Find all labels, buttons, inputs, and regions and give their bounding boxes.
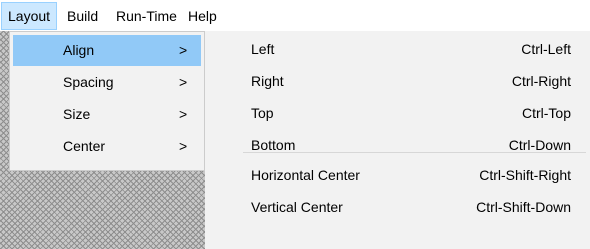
menu-build[interactable]: Build: [61, 2, 104, 30]
layout-dropdown-menu: Align > Spacing > Size > Center >: [9, 31, 205, 171]
menu-bar: Layout Build Run-Time Help: [0, 0, 590, 32]
submenu-item-label: Vertical Center: [251, 199, 343, 215]
menu-item-label: Center: [63, 138, 106, 154]
submenu-item-right[interactable]: Right Ctrl-Right: [205, 66, 590, 97]
submenu-item-vertical-center[interactable]: Vertical Center Ctrl-Shift-Down: [205, 192, 590, 223]
shortcut-label: Ctrl-Shift-Down: [476, 199, 571, 215]
submenu-item-top[interactable]: Top Ctrl-Top: [205, 98, 590, 129]
menu-item-spacing[interactable]: Spacing >: [13, 67, 201, 98]
submenu-item-left[interactable]: Left Ctrl-Left: [205, 34, 590, 65]
menu-layout[interactable]: Layout: [1, 2, 58, 30]
menu-separator: [243, 152, 586, 153]
align-submenu: Left Ctrl-Left Right Ctrl-Right Top Ctrl…: [205, 31, 590, 249]
shortcut-label: Ctrl-Shift-Right: [479, 167, 571, 183]
chevron-right-icon: >: [179, 106, 188, 122]
chevron-right-icon: >: [179, 138, 188, 154]
submenu-item-bottom[interactable]: Bottom Ctrl-Down: [205, 130, 590, 161]
submenu-item-horizontal-center[interactable]: Horizontal Center Ctrl-Shift-Right: [205, 160, 590, 191]
menu-item-label: Size: [63, 106, 91, 122]
menu-item-center[interactable]: Center >: [13, 131, 201, 162]
submenu-item-label: Right: [251, 73, 284, 89]
submenu-item-label: Top: [251, 105, 274, 121]
submenu-item-label: Bottom: [251, 137, 296, 153]
menu-item-label: Align: [63, 42, 95, 58]
submenu-item-label: Left: [251, 41, 275, 57]
shortcut-label: Ctrl-Left: [521, 41, 571, 57]
menu-help[interactable]: Help: [182, 2, 223, 30]
chevron-right-icon: >: [179, 42, 188, 58]
menu-run-time[interactable]: Run-Time: [110, 2, 183, 30]
chevron-right-icon: >: [179, 74, 188, 90]
shortcut-label: Ctrl-Top: [521, 105, 571, 121]
submenu-item-label: Horizontal Center: [251, 167, 360, 183]
shortcut-label: Ctrl-Right: [511, 73, 571, 89]
menu-item-align[interactable]: Align >: [13, 35, 201, 66]
menu-item-label: Spacing: [63, 74, 114, 90]
shortcut-label: Ctrl-Down: [508, 137, 571, 153]
menu-item-size[interactable]: Size >: [13, 99, 201, 130]
